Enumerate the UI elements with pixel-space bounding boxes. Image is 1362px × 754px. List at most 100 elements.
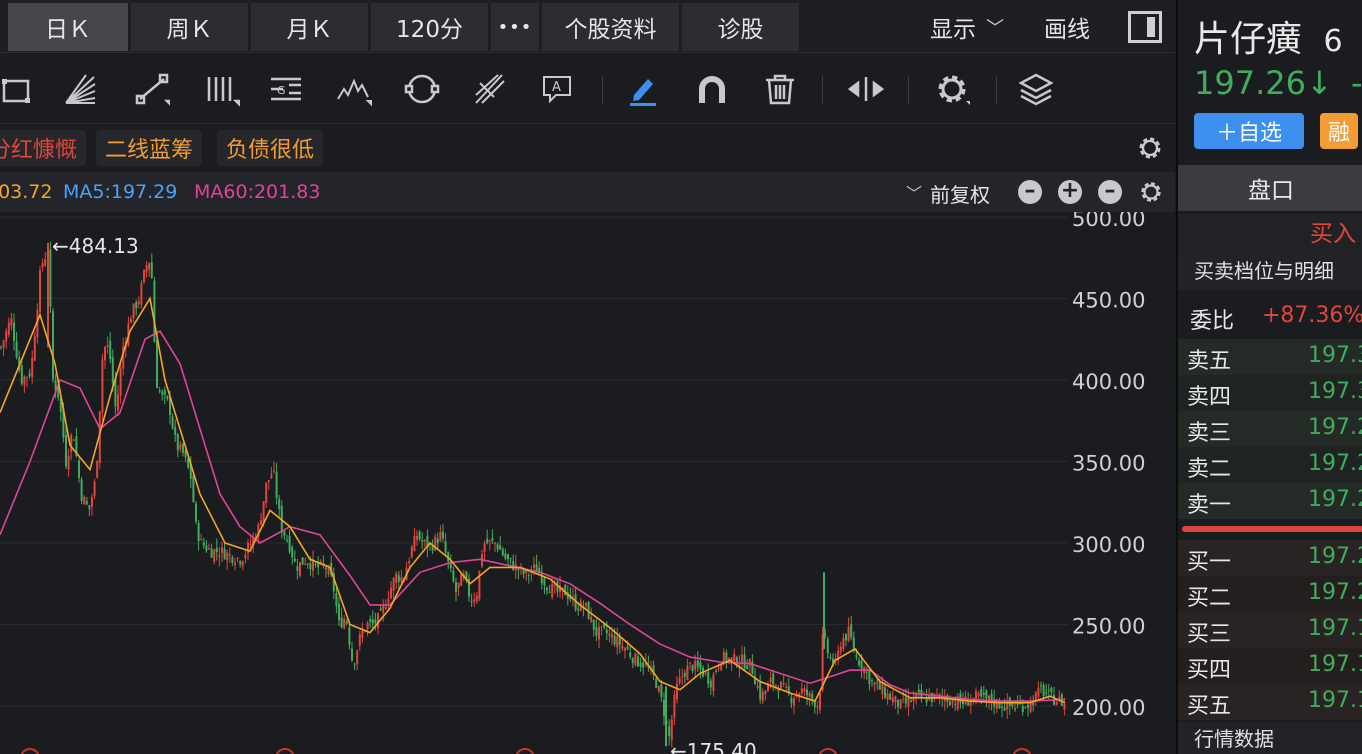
- candle-body: [806, 689, 808, 696]
- segment-tool-icon[interactable]: [134, 71, 172, 108]
- add-watchlist-button[interactable]: ＋自选: [1194, 113, 1304, 149]
- level-label: 卖二: [1187, 457, 1232, 482]
- svg-text:A: A: [552, 80, 561, 95]
- candle-body: [634, 653, 637, 666]
- sell-level-row[interactable]: 卖四 197.3: [1178, 375, 1362, 411]
- candle-body: [270, 474, 273, 479]
- candle-body: [585, 602, 587, 606]
- gear-icon[interactable]: [1138, 179, 1164, 205]
- width-adjust-icon[interactable]: [847, 71, 885, 107]
- candle-body: [150, 262, 153, 278]
- candle-body: [501, 549, 504, 556]
- display-dropdown[interactable]: 显示 ﹀: [930, 0, 1004, 53]
- candle-body: [410, 546, 413, 558]
- price-line: 197.26↓ -0: [1194, 64, 1362, 102]
- cycle-tool-icon[interactable]: [404, 71, 440, 107]
- candle-body: [548, 591, 551, 594]
- layers-icon[interactable]: [1018, 71, 1054, 107]
- tag-low-debt[interactable]: 负债很低: [217, 130, 324, 166]
- text-annotation-icon[interactable]: A: [540, 71, 576, 107]
- margin-trading-badge[interactable]: 融: [1320, 113, 1358, 149]
- tag-blue-chip[interactable]: 二线蓝筹: [96, 130, 203, 166]
- trash-icon[interactable]: [762, 71, 798, 107]
- candle-body: [616, 636, 619, 648]
- candle-body: [358, 634, 361, 646]
- fan-lines-icon[interactable]: [62, 71, 98, 107]
- buy-level-row[interactable]: 买一 197.2: [1178, 540, 1362, 576]
- level-price: 197.1: [1308, 616, 1362, 641]
- candle-body: [39, 270, 41, 312]
- event-marker-icon[interactable]: [1012, 748, 1032, 754]
- chart-canvas[interactable]: 500.00 450.00 400.00 350.00 300.00 250.00 200.…: [0, 212, 1175, 754]
- candle-body: [600, 626, 603, 628]
- gear-icon[interactable]: [1136, 134, 1164, 162]
- tag-dividend[interactable]: 分红慷慨: [0, 130, 87, 166]
- candle-body: [179, 444, 182, 450]
- buy-level-row[interactable]: 买二 197.2: [1178, 576, 1362, 612]
- candle-body: [140, 283, 143, 305]
- pitchfork-icon[interactable]: [472, 71, 508, 107]
- gann-text-icon[interactable]: G: [268, 71, 304, 107]
- draw-line-button[interactable]: 画线: [1044, 0, 1090, 53]
- sell-level-row[interactable]: 卖二 197.2: [1178, 447, 1362, 483]
- tab-weekly-k[interactable]: 周Ｋ: [131, 3, 248, 51]
- sell-level-row[interactable]: 卖三 197.2: [1178, 411, 1362, 447]
- candlestick-chart[interactable]: 500.00 450.00 400.00 350.00 300.00 250.00 200.…: [0, 212, 1175, 754]
- market-data-section[interactable]: 行情数据: [1178, 722, 1362, 754]
- candle-body: [605, 629, 608, 634]
- last-price: 197.26↓: [1194, 64, 1333, 102]
- event-marker-icon[interactable]: [20, 748, 40, 754]
- buy-level-row[interactable]: 买五 197.1: [1178, 684, 1362, 720]
- rectangle-tool-icon[interactable]: [0, 71, 36, 107]
- level-label: 买一: [1187, 550, 1232, 575]
- tab-monthly-k[interactable]: 月Ｋ: [251, 3, 368, 51]
- candle-body: [543, 578, 546, 586]
- candle-body: [826, 639, 829, 654]
- sell-level-row[interactable]: 卖五 197.3: [1178, 339, 1362, 375]
- pen-icon[interactable]: [626, 71, 662, 107]
- tab-120min[interactable]: 120分: [371, 3, 488, 51]
- tab-diagnose[interactable]: 诊股: [682, 3, 799, 51]
- candle-body: [546, 587, 548, 591]
- level-price: 197.2: [1308, 415, 1362, 440]
- candle-body: [894, 695, 897, 702]
- candle-body: [829, 656, 832, 658]
- settings-icon[interactable]: [934, 71, 970, 107]
- candle-body: [351, 648, 353, 661]
- candle-body: [143, 270, 145, 283]
- buy-level-row[interactable]: 买三 197.1: [1178, 612, 1362, 648]
- candle-body: [631, 658, 634, 663]
- tab-more[interactable]: •••: [491, 3, 539, 51]
- candle-body: [676, 683, 678, 700]
- plus-circle-icon[interactable]: +: [1058, 180, 1082, 204]
- price-adjust-selector[interactable]: 前复权: [930, 179, 990, 208]
- tab-stock-profile[interactable]: 个股资料: [542, 3, 679, 51]
- candle-body: [93, 481, 96, 496]
- candle-body: [756, 685, 759, 688]
- toolbar-divider: [996, 76, 997, 104]
- candle-body: [1055, 701, 1058, 706]
- wave-pattern-icon[interactable]: [336, 71, 373, 108]
- minus-circle-icon[interactable]: –: [1018, 180, 1042, 204]
- tab-orderbook[interactable]: 盘口: [1178, 165, 1362, 211]
- parallel-lines-icon[interactable]: [204, 71, 242, 109]
- minus-circle-icon[interactable]: –: [1098, 180, 1122, 204]
- magnet-icon[interactable]: [694, 71, 730, 107]
- candle-body: [509, 558, 512, 560]
- candle-body: [436, 538, 439, 544]
- chevron-down-icon[interactable]: ﹀: [906, 180, 922, 204]
- buy-level-row[interactable]: 买四 197.1: [1178, 648, 1362, 684]
- orderbook-detail-link[interactable]: 买卖档位与明细: [1178, 252, 1362, 290]
- buy-button[interactable]: 买入: [1178, 214, 1362, 252]
- event-marker-icon[interactable]: [275, 748, 295, 754]
- sell-level-row[interactable]: 卖一 197.2: [1178, 483, 1362, 519]
- candle-body: [512, 561, 515, 570]
- event-marker-icon[interactable]: [515, 748, 535, 754]
- candle-body: [379, 608, 382, 611]
- candle-body: [109, 340, 112, 360]
- event-marker-icon[interactable]: [818, 748, 838, 754]
- tab-daily-k[interactable]: 日Ｋ: [8, 3, 128, 51]
- candle-body: [119, 367, 122, 396]
- layout-toggle-icon[interactable]: [1128, 11, 1162, 43]
- candle-body: [884, 687, 886, 698]
